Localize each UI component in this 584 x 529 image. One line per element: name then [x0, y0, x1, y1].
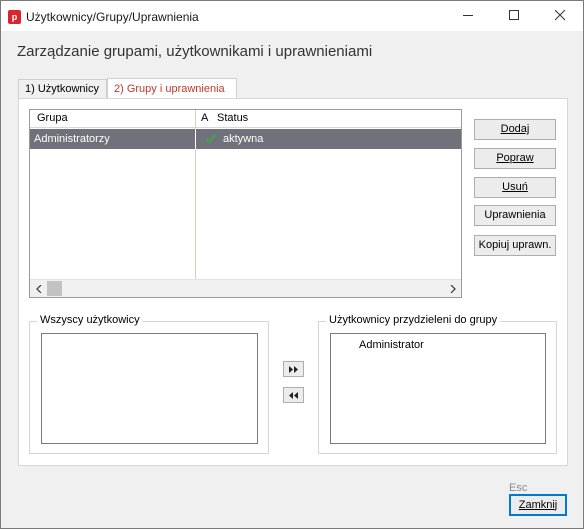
- cell-grupa: Administratorzy: [34, 133, 110, 145]
- all-users-label: Wszyscy użytkowicy: [37, 314, 143, 326]
- title-bar[interactable]: p Użytkownicy/Grupy/Uprawnienia: [1, 1, 583, 31]
- groups-grid[interactable]: Grupa A Status Administratorzy aktywna: [29, 109, 462, 298]
- all-users-group: Wszyscy użytkowicy: [29, 314, 269, 454]
- window-title: Użytkownicy/Grupy/Uprawnienia: [26, 10, 199, 24]
- maximize-button[interactable]: [491, 1, 537, 30]
- remove-all-users-button[interactable]: [283, 387, 304, 403]
- add-group-button[interactable]: Dodaj: [474, 119, 556, 140]
- dialog-window: p Użytkownicy/Grupy/Uprawnienia Zarządza…: [0, 0, 584, 529]
- column-header-a[interactable]: A: [201, 112, 208, 124]
- tab-groups-permissions[interactable]: 2) Grupy i uprawnienia: [107, 78, 237, 99]
- app-logo-icon: p: [8, 10, 21, 24]
- assigned-users-list[interactable]: Administrator: [330, 333, 546, 444]
- row-divider: [195, 129, 196, 149]
- copy-permissions-label: Kopiuj uprawn.: [478, 239, 552, 251]
- copy-permissions-button[interactable]: Kopiuj uprawn.: [474, 235, 556, 256]
- close-window-button[interactable]: [537, 1, 583, 30]
- close-button[interactable]: Zamknij: [509, 494, 567, 516]
- chevron-right-icon: [450, 284, 456, 293]
- grid-header: Grupa A Status: [30, 110, 461, 128]
- edit-label: Popraw: [496, 152, 534, 164]
- double-right-arrow-icon: [288, 365, 298, 373]
- horizontal-scrollbar[interactable]: [30, 279, 461, 297]
- add-label: Dodaj: [500, 123, 530, 135]
- assigned-users-label: Użytkownicy przydzieleni do grupy: [326, 314, 501, 326]
- all-users-list[interactable]: [41, 333, 258, 444]
- check-icon: [205, 134, 216, 144]
- permissions-button[interactable]: Uprawnienia: [474, 205, 556, 226]
- close-icon: [554, 10, 565, 21]
- scroll-left-button[interactable]: [30, 280, 47, 297]
- page-title: Zarządzanie grupami, użytkownikami i upr…: [17, 43, 373, 60]
- close-label: Zamknij: [518, 498, 558, 511]
- scroll-right-button[interactable]: [444, 280, 461, 297]
- assigned-users-group: Użytkownicy przydzieleni do grupy Admini…: [318, 314, 557, 454]
- tab-panel: Grupa A Status Administratorzy aktywna D…: [18, 98, 568, 466]
- delete-label: Usuń: [502, 181, 528, 193]
- list-item[interactable]: Administrator: [359, 339, 424, 351]
- column-header-grupa[interactable]: Grupa: [37, 112, 68, 124]
- double-left-arrow-icon: [288, 391, 298, 399]
- delete-group-button[interactable]: Usuń: [474, 177, 556, 198]
- cell-status: aktywna: [223, 133, 264, 145]
- minimize-icon: [462, 15, 473, 16]
- edit-group-button[interactable]: Popraw: [474, 148, 556, 169]
- maximize-icon: [508, 10, 519, 20]
- permissions-label: Uprawnienia: [484, 209, 546, 221]
- esc-hint: Esc: [509, 482, 528, 494]
- column-header-status[interactable]: Status: [217, 112, 248, 124]
- add-all-users-button[interactable]: [283, 361, 304, 377]
- table-row[interactable]: Administratorzy aktywna: [30, 129, 461, 149]
- chevron-left-icon: [35, 284, 41, 293]
- minimize-button[interactable]: [445, 1, 491, 30]
- tab-users[interactable]: 1) Użytkownicy: [18, 79, 107, 99]
- scroll-thumb[interactable]: [47, 281, 62, 296]
